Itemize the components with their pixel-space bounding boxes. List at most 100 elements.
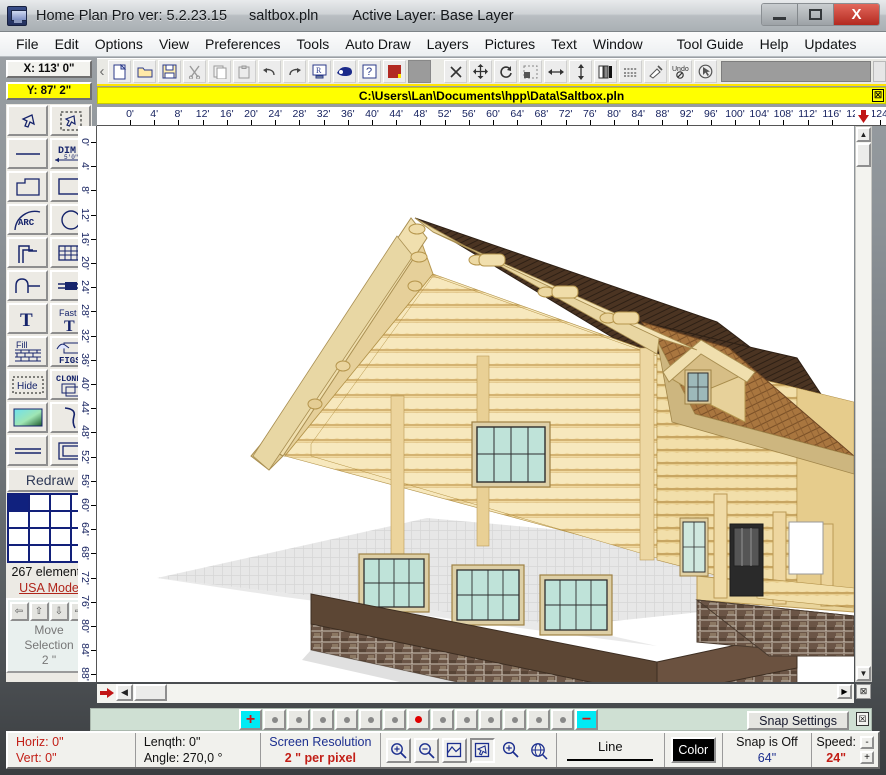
arrow-select-tool[interactable] [7, 105, 48, 136]
menu-item-pictures[interactable]: Pictures [477, 34, 544, 54]
color-swatch[interactable] [50, 511, 71, 528]
menu-item-preferences[interactable]: Preferences [197, 34, 288, 54]
printer-icon[interactable] [333, 60, 356, 83]
layer-dot-9[interactable] [455, 709, 478, 730]
layer-dot-12[interactable] [527, 709, 550, 730]
menu-item-options[interactable]: Options [87, 34, 151, 54]
layer-dot-8[interactable] [431, 709, 454, 730]
color-swatch[interactable] [50, 528, 71, 545]
door-icon[interactable] [383, 60, 406, 83]
zoom-out-icon[interactable] [414, 738, 439, 763]
color-swatch[interactable] [8, 545, 29, 562]
paste-icon[interactable] [233, 60, 256, 83]
speed-decrease-button[interactable]: - [860, 736, 874, 749]
color-swatch[interactable] [29, 528, 50, 545]
color-swatch[interactable] [8, 511, 29, 528]
menu-item-edit[interactable]: Edit [47, 34, 87, 54]
menu-item-tools[interactable]: Tools [289, 34, 338, 54]
undo-disable-icon[interactable]: Undo [669, 60, 692, 83]
menu-item-updates[interactable]: Updates [796, 34, 864, 54]
color-swatch[interactable] [29, 494, 50, 511]
canvas-vertical-scrollbar[interactable]: ▲ ▼ [855, 126, 872, 682]
drawing-canvas[interactable] [97, 126, 854, 682]
save-disk-icon[interactable] [158, 60, 181, 83]
layer-dot-5[interactable] [359, 709, 382, 730]
menu-item-layers[interactable]: Layers [419, 34, 477, 54]
scroll-up-button[interactable]: ▲ [856, 127, 871, 142]
register-screen-icon[interactable]: R [308, 60, 331, 83]
no-select-icon[interactable] [694, 60, 717, 83]
speed-increase-button[interactable]: + [860, 751, 874, 764]
vertical-scroll-thumb[interactable] [856, 143, 871, 167]
move-cross-icon[interactable] [469, 60, 492, 83]
remove-layer-button[interactable]: − [575, 709, 598, 730]
menu-item-help[interactable]: Help [752, 34, 797, 54]
layer-dot-3[interactable] [311, 709, 334, 730]
menu-item-text[interactable]: Text [543, 34, 585, 54]
color-swatch[interactable] [50, 494, 71, 511]
toolbar-drag-handle[interactable]: ‹ [97, 60, 107, 84]
menu-item-file[interactable]: File [8, 34, 47, 54]
grey-block-icon[interactable] [408, 60, 431, 83]
canvas-resize-corner[interactable]: ⊠ [856, 684, 871, 699]
menu-item-auto-draw[interactable]: Auto Draw [337, 34, 418, 54]
stretch-vertical-icon[interactable] [569, 60, 592, 83]
layer-dot-2[interactable] [287, 709, 310, 730]
layer-dot-11[interactable] [503, 709, 526, 730]
toolbar-end-handle[interactable] [873, 61, 886, 82]
color-swatch[interactable] [29, 545, 50, 562]
horizontal-ruler[interactable]: 0'4'8'12'16'20'24'28'32'36'40'44'48'52'5… [97, 107, 886, 126]
canvas-horizontal-scrollbar[interactable]: ◀ ▶ [97, 684, 854, 703]
copy-icon[interactable] [208, 60, 231, 83]
mirror-icon[interactable] [594, 60, 617, 83]
layer-dot-13[interactable] [551, 709, 574, 730]
align-lines-icon[interactable] [619, 60, 642, 83]
layer-dot-4[interactable] [335, 709, 358, 730]
scroll-left-button[interactable]: ◀ [116, 684, 133, 701]
scroll-down-button[interactable]: ▼ [856, 666, 871, 681]
undo-arrow-icon[interactable] [258, 60, 281, 83]
select-dashed-icon[interactable] [519, 60, 542, 83]
eyedropper-icon[interactable] [644, 60, 667, 83]
color-button[interactable]: Color [671, 737, 716, 763]
menu-item-view[interactable]: View [151, 34, 197, 54]
wall-tool[interactable] [7, 237, 48, 268]
path-close-icon[interactable]: ☒ [872, 89, 884, 102]
color-swatch[interactable] [8, 528, 29, 545]
menu-item-tool-guide[interactable]: Tool Guide [669, 34, 752, 54]
add-layer-button[interactable]: + [239, 709, 262, 730]
hide-tool[interactable]: Hide [7, 369, 48, 400]
gradient-tool[interactable] [7, 402, 48, 433]
delete-x-icon[interactable] [444, 60, 467, 83]
redo-arrow-icon[interactable] [283, 60, 306, 83]
open-folder-icon[interactable] [133, 60, 156, 83]
horizontal-scroll-thumb[interactable] [134, 684, 167, 701]
layer-strip-close-icon[interactable]: ☒ [856, 712, 869, 726]
layer-dot-10[interactable] [479, 709, 502, 730]
new-file-icon[interactable] [108, 60, 131, 83]
move-left-button[interactable]: ⇦ [10, 602, 29, 621]
zoom-in-icon[interactable] [386, 738, 411, 763]
maximize-button[interactable] [798, 4, 834, 25]
minimize-button[interactable] [762, 4, 798, 25]
layer-dot-6[interactable] [383, 709, 406, 730]
rotate-icon[interactable] [494, 60, 517, 83]
fill-tool[interactable]: Fill [7, 336, 48, 367]
snap-status-group[interactable]: Snap is Off 64" [722, 733, 813, 767]
vertical-ruler[interactable]: 0'4'8'12'16'20'24'28'32'36'40'44'48'52'5… [78, 126, 97, 682]
layer-dot-1[interactable] [263, 709, 286, 730]
cut-scissors-icon[interactable] [183, 60, 206, 83]
color-swatch[interactable] [8, 494, 29, 511]
text-tool[interactable]: T [7, 303, 48, 334]
zoom-window-icon[interactable] [498, 738, 523, 763]
parallel-lines-tool[interactable] [7, 435, 48, 466]
color-swatch[interactable] [29, 511, 50, 528]
polygon-tool[interactable] [7, 171, 48, 202]
close-button[interactable]: X [834, 4, 879, 25]
stretch-horizontal-icon[interactable] [544, 60, 567, 83]
layer-dot-7-active[interactable] [407, 709, 430, 730]
arc-tool[interactable]: ARC [7, 204, 48, 235]
pan-globe-icon[interactable] [526, 738, 551, 763]
color-swatch[interactable] [50, 545, 71, 562]
snap-settings-button[interactable]: Snap Settings [747, 711, 849, 730]
